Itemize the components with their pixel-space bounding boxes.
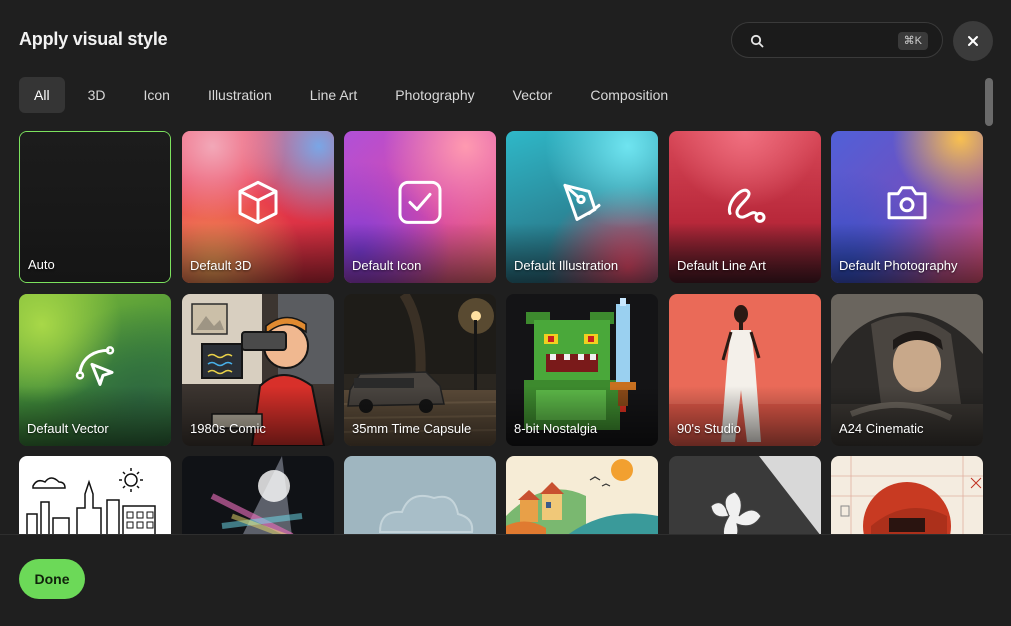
style-card-monochrome-flower[interactable] [669, 456, 821, 534]
style-card-default-icon[interactable]: Default Icon [344, 131, 496, 283]
tab-composition[interactable]: Composition [575, 77, 683, 113]
style-card-label: Default 3D [190, 258, 252, 273]
style-card-default-3d[interactable]: Default 3D [182, 131, 334, 283]
style-card-default-illustration[interactable]: Default Illustration [506, 131, 658, 283]
tab-photography[interactable]: Photography [380, 77, 489, 113]
style-card-default-photography[interactable]: Default Photography [831, 131, 983, 283]
style-card-label: 1980s Comic [190, 421, 266, 436]
style-card-1980s-comic[interactable]: 1980s Comic [182, 294, 334, 446]
category-tabs: All 3D Icon Illustration Line Art Photog… [19, 77, 683, 113]
style-card-label: Default Line Art [677, 258, 766, 273]
style-card-35mm-time-capsule[interactable]: 35mm Time Capsule [344, 294, 496, 446]
checkbox-icon [398, 180, 442, 224]
cube-icon [238, 180, 278, 224]
style-card-label: A24 Cinematic [839, 421, 924, 436]
close-icon [968, 36, 978, 46]
style-card-label: 35mm Time Capsule [352, 421, 472, 436]
style-card-label: 90's Studio [677, 421, 741, 436]
done-button[interactable]: Done [19, 559, 85, 599]
style-card-8-bit-nostalgia[interactable]: 8-bit Nostalgia [506, 294, 658, 446]
style-card-label: Default Photography [839, 258, 958, 273]
vector-cursor-icon [75, 346, 115, 386]
squiggle-path-icon [727, 188, 766, 223]
style-card-label: Auto [28, 257, 55, 272]
close-button[interactable] [953, 21, 993, 61]
search-box[interactable]: ⌘K [731, 22, 943, 58]
search-icon [750, 34, 764, 48]
style-card-label: Default Icon [352, 258, 422, 273]
scrollbar-thumb[interactable] [985, 78, 993, 126]
style-card-a24-cinematic[interactable]: A24 Cinematic [831, 294, 983, 446]
dialog-footer: Done [0, 534, 1011, 626]
style-card-red-moon[interactable] [831, 456, 983, 534]
style-card-90s-studio[interactable]: 90's Studio [669, 294, 821, 446]
monochrome-flower-photo [669, 456, 821, 534]
style-card-label: Default Illustration [514, 258, 619, 273]
style-card-prism-light[interactable] [182, 456, 334, 534]
style-card-label: Default Vector [27, 421, 109, 436]
camera-icon [887, 186, 927, 220]
tab-all[interactable]: All [19, 77, 65, 113]
cloud-render-image [344, 456, 496, 534]
dialog-title: Apply visual style [19, 29, 168, 49]
dialog-header: Apply visual style ⌘K [0, 0, 1011, 80]
style-card-default-line-art[interactable]: Default Line Art [669, 131, 821, 283]
style-card-label: 8-bit Nostalgia [514, 421, 598, 436]
tab-vector[interactable]: Vector [498, 77, 568, 113]
style-card-auto[interactable]: Auto [19, 131, 171, 283]
prism-light-image [182, 456, 334, 534]
tab-illustration[interactable]: Illustration [193, 77, 287, 113]
pen-nib-icon [563, 183, 601, 221]
coastal-village-illustration [506, 456, 658, 534]
search-input[interactable] [772, 29, 896, 53]
style-card-default-vector[interactable]: Default Vector [19, 294, 171, 446]
city-line-drawing-image [19, 456, 171, 534]
style-card-city-line-drawing[interactable] [19, 456, 171, 534]
red-moon-illustration [831, 456, 983, 534]
style-card-coastal-village[interactable] [506, 456, 658, 534]
style-card-soft-cloud[interactable] [344, 456, 496, 534]
shortcut-badge: ⌘K [897, 32, 928, 50]
tab-icon[interactable]: Icon [128, 77, 184, 113]
tab-line-art[interactable]: Line Art [295, 77, 372, 113]
tab-3d[interactable]: 3D [73, 77, 121, 113]
style-grid: Auto Default 3D Default Icon Default Ill… [0, 131, 1011, 534]
